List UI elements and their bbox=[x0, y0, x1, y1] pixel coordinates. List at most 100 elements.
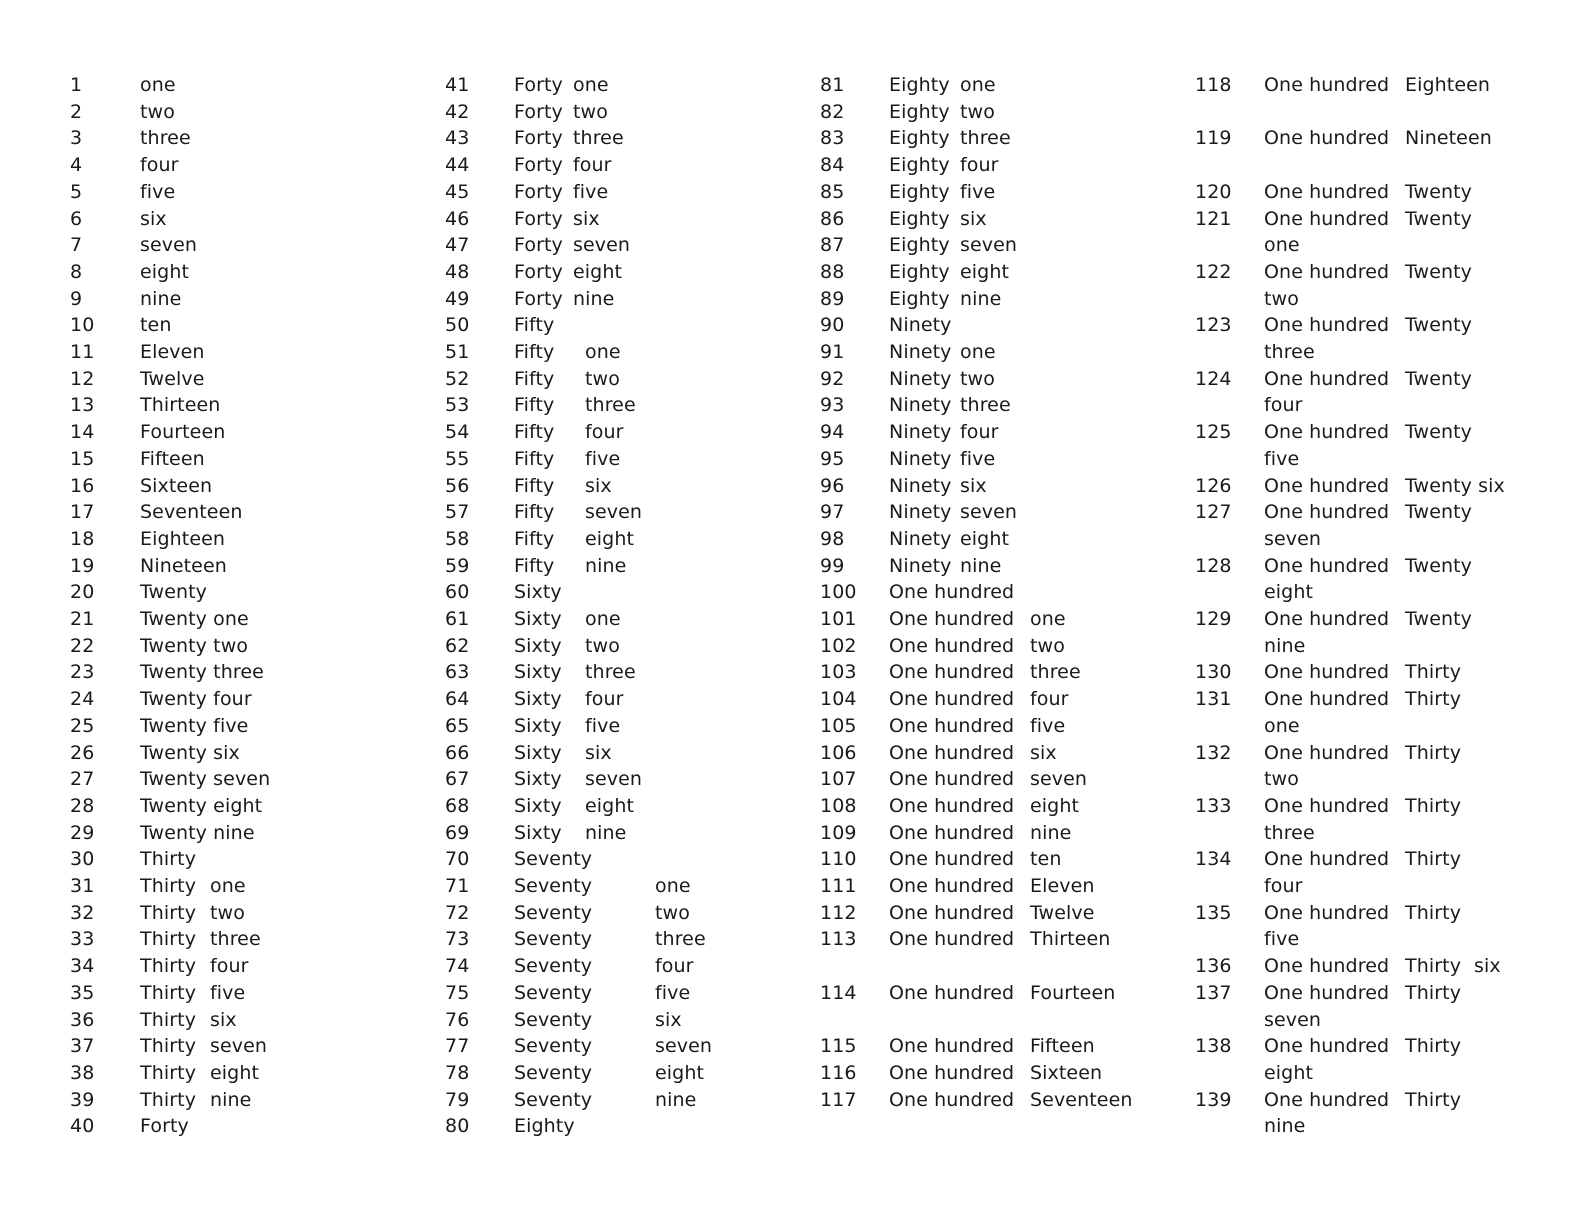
number-word: Thirty bbox=[1405, 688, 1462, 711]
number-word: eight bbox=[960, 527, 1010, 550]
number-label: 127 bbox=[1195, 501, 1232, 524]
number-word: two bbox=[573, 100, 608, 123]
number-label: 43 bbox=[445, 127, 470, 150]
number-word-wrap: four bbox=[1264, 875, 1303, 897]
number-word: one bbox=[585, 341, 621, 363]
number-word: five bbox=[573, 180, 609, 203]
number-word: Ninety bbox=[889, 367, 952, 390]
number-word: three bbox=[210, 928, 261, 951]
number-word-wrap: seven bbox=[1264, 1008, 1322, 1031]
number-word: Eighty bbox=[889, 74, 950, 96]
number-label: 106 bbox=[820, 741, 857, 764]
number-word: One hundred bbox=[1264, 367, 1390, 390]
number-label: 73 bbox=[445, 928, 470, 951]
number-word: One hundred bbox=[1264, 955, 1390, 978]
number-label: 17 bbox=[70, 501, 95, 524]
number-word: six bbox=[585, 741, 612, 764]
number-word: seven bbox=[585, 501, 643, 524]
number-word: two bbox=[655, 901, 690, 924]
number-label: 53 bbox=[445, 394, 470, 417]
number-label: 3 bbox=[70, 127, 83, 150]
number-word: three bbox=[585, 394, 636, 417]
number-word: One hundred bbox=[889, 581, 1015, 604]
number-label: 125 bbox=[1195, 421, 1232, 444]
number-word: Seventy bbox=[514, 901, 593, 924]
number-label: 116 bbox=[820, 1061, 857, 1084]
number-word: Seventy bbox=[514, 848, 593, 871]
number-word: One hundred bbox=[1264, 901, 1390, 924]
number-word: five bbox=[585, 447, 621, 470]
number-label: 66 bbox=[445, 741, 470, 764]
number-word: Forty bbox=[514, 234, 563, 257]
number-label: 29 bbox=[70, 821, 95, 844]
number-word: four bbox=[655, 955, 694, 978]
number-label: 83 bbox=[820, 127, 845, 150]
number-word: nine bbox=[585, 821, 627, 844]
number-word: Eighty bbox=[889, 127, 950, 150]
number-word: Eighty bbox=[889, 287, 950, 310]
number-label: 39 bbox=[70, 1088, 95, 1111]
number-label: 118 bbox=[1195, 74, 1232, 96]
number-label: 12 bbox=[70, 367, 95, 390]
number-word: Sixty bbox=[514, 741, 562, 764]
number-word: One hundred bbox=[1264, 1088, 1390, 1111]
number-label: 117 bbox=[820, 1088, 857, 1111]
number-words-page: 1 one 2 two 3 three 4 four 5 five 6 six 7 seven 8 eight… bbox=[0, 0, 1584, 1224]
number-label: 74 bbox=[445, 955, 470, 978]
number-label: 37 bbox=[70, 1035, 95, 1058]
number-word: eight bbox=[655, 1061, 705, 1084]
number-word-wrap: five bbox=[1264, 928, 1300, 951]
number-word: Fifty bbox=[514, 474, 555, 497]
number-word: Thirteen bbox=[1030, 928, 1111, 951]
number-word: seven bbox=[573, 234, 631, 257]
number-word: three bbox=[573, 127, 624, 150]
number-word: Twenty seven bbox=[140, 768, 271, 791]
number-word: Thirty bbox=[140, 955, 197, 978]
number-word: One hundred bbox=[889, 794, 1015, 817]
number-word: nine bbox=[960, 287, 1002, 310]
number-label: 50 bbox=[445, 314, 470, 337]
number-word: nine bbox=[573, 287, 615, 310]
number-label: 76 bbox=[445, 1008, 470, 1031]
number-label: 48 bbox=[445, 260, 470, 283]
number-word: Sixty bbox=[514, 768, 562, 791]
number-word: Sixty bbox=[514, 794, 562, 817]
number-word: Forty bbox=[514, 260, 563, 283]
number-word: One hundred bbox=[889, 1061, 1015, 1084]
number-word: Ninety bbox=[889, 474, 952, 497]
number-word: Sixty bbox=[514, 608, 562, 630]
number-label: 69 bbox=[445, 821, 470, 844]
number-label: 96 bbox=[820, 474, 845, 497]
number-label: 16 bbox=[70, 474, 95, 497]
number-label: 86 bbox=[820, 207, 845, 230]
number-word: One hundred bbox=[889, 688, 1015, 711]
number-word: Fifty bbox=[514, 527, 555, 550]
number-word: Thirty bbox=[140, 1061, 197, 1084]
number-word: Eighteen bbox=[1405, 74, 1491, 96]
number-word: Twenty five bbox=[140, 714, 249, 737]
number-word: Sixty bbox=[514, 714, 562, 737]
number-word-wrap: nine bbox=[1264, 634, 1306, 657]
number-label: 121 bbox=[1195, 207, 1232, 230]
number-word: Ninety bbox=[889, 501, 952, 524]
number-word: four bbox=[960, 154, 999, 177]
number-word: Twenty nine bbox=[140, 821, 255, 844]
number-label: 38 bbox=[70, 1061, 95, 1084]
number-word: Sixteen bbox=[1030, 1061, 1103, 1084]
number-label: 58 bbox=[445, 527, 470, 550]
number-word: two bbox=[1030, 634, 1065, 657]
number-word-wrap: one bbox=[1264, 714, 1300, 737]
number-word: Seventy bbox=[514, 1035, 593, 1058]
number-label: 24 bbox=[70, 688, 95, 711]
number-label: 26 bbox=[70, 741, 95, 764]
number-word: Seventy bbox=[514, 955, 593, 978]
number-label: 61 bbox=[445, 608, 470, 630]
number-word: four bbox=[585, 421, 624, 444]
number-word: Ninety bbox=[889, 314, 952, 337]
number-word: Eighty bbox=[889, 180, 950, 203]
number-word: Twenty bbox=[1405, 260, 1473, 283]
number-word: Forty bbox=[514, 154, 563, 177]
number-word: Seventeen bbox=[1030, 1088, 1133, 1111]
number-label: 19 bbox=[70, 554, 95, 577]
number-word: seven bbox=[210, 1035, 268, 1058]
